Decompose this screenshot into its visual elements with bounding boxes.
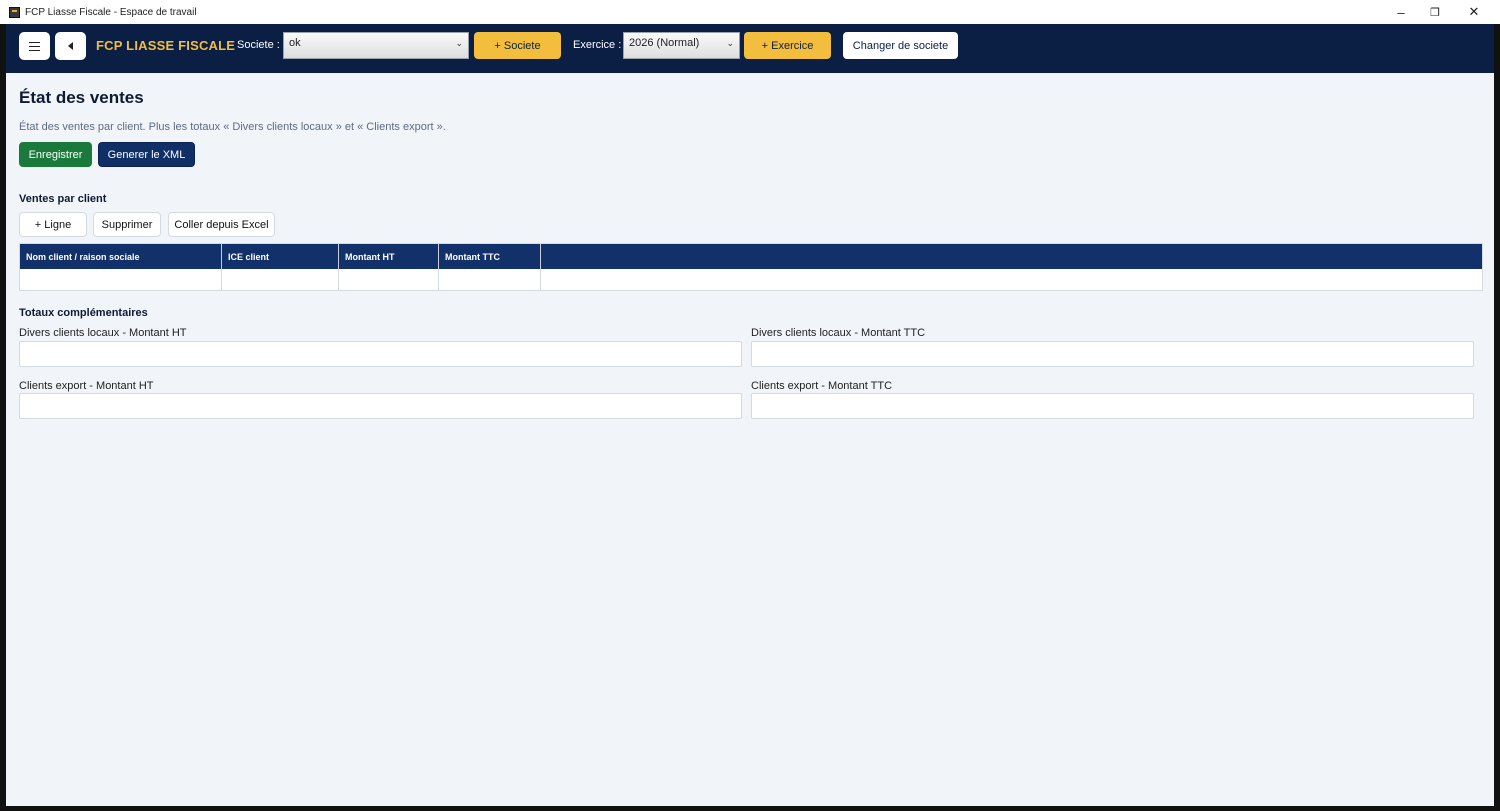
locaux-ht-input[interactable] (19, 341, 742, 367)
paste-excel-button[interactable]: Coller depuis Excel (168, 212, 275, 237)
societe-label: Societe : (237, 39, 280, 51)
window-title: FCP Liasse Fiscale - Espace de travail (25, 6, 197, 18)
export-ht-input[interactable] (19, 393, 742, 419)
locaux-ttc-label: Divers clients locaux - Montant TTC (751, 327, 926, 339)
change-societe-button[interactable]: Changer de societe (843, 32, 958, 59)
app-window: FCP Liasse Fiscale - Espace de travail –… (0, 0, 1500, 811)
locaux-ht-label: Divers clients locaux - Montant HT (19, 327, 187, 339)
table-cell (541, 269, 1482, 290)
page-description: État des ventes par client. Plus les tot… (19, 121, 446, 133)
export-ttc-input[interactable] (751, 393, 1474, 419)
table-cell[interactable] (439, 269, 541, 290)
table-cell[interactable] (222, 269, 339, 290)
ventes-section-title: Ventes par client (19, 193, 107, 205)
ventes-table: Nom client / raison sociale ICE client M… (19, 243, 1483, 291)
column-header-nom-client[interactable]: Nom client / raison sociale (20, 244, 222, 269)
exercice-label: Exercice : (573, 39, 622, 51)
locaux-ttc-input[interactable] (751, 341, 1474, 367)
column-header-ice-client[interactable]: ICE client (222, 244, 339, 269)
app-icon (9, 6, 20, 18)
societe-select-value: ok (289, 37, 301, 49)
app-header: FCP LIASSE FISCALE Societe : ok ⌄ + Soci… (6, 24, 1494, 73)
menu-button[interactable] (19, 32, 50, 60)
close-icon[interactable]: ✕ (1452, 0, 1496, 24)
minimize-icon[interactable]: – (1384, 0, 1418, 24)
chevron-down-icon: ⌄ (726, 38, 734, 48)
delete-row-button[interactable]: Supprimer (93, 212, 161, 237)
add-societe-button[interactable]: + Societe (474, 32, 561, 59)
save-button[interactable]: Enregistrer (19, 142, 92, 167)
chevron-down-icon: ⌄ (455, 38, 463, 48)
back-arrow-icon (68, 42, 73, 50)
table-row[interactable] (20, 269, 1482, 290)
export-ht-label: Clients export - Montant HT (19, 380, 154, 392)
totaux-section-title: Totaux complémentaires (19, 307, 148, 319)
window-titlebar: FCP Liasse Fiscale - Espace de travail –… (0, 0, 1500, 24)
column-header-montant-ht[interactable]: Montant HT (339, 244, 439, 269)
generate-xml-button[interactable]: Generer le XML (98, 142, 195, 167)
back-button[interactable] (55, 32, 86, 60)
exercice-select-value: 2026 (Normal) (629, 37, 700, 49)
page-title: État des ventes (19, 88, 144, 107)
brand-title: FCP LIASSE FISCALE (96, 38, 236, 53)
column-header-montant-ttc[interactable]: Montant TTC (439, 244, 541, 269)
societe-select[interactable]: ok ⌄ (283, 32, 469, 59)
table-cell[interactable] (20, 269, 222, 290)
add-exercice-button[interactable]: + Exercice (744, 32, 831, 59)
column-header-filler (541, 244, 1482, 269)
table-cell[interactable] (339, 269, 439, 290)
table-header: Nom client / raison sociale ICE client M… (20, 244, 1482, 269)
export-ttc-label: Clients export - Montant TTC (751, 380, 893, 392)
add-row-button[interactable]: + Ligne (19, 212, 87, 237)
maximize-icon[interactable]: ❐ (1418, 0, 1452, 24)
exercice-select[interactable]: 2026 (Normal) ⌄ (623, 32, 740, 59)
hamburger-icon (29, 41, 40, 51)
